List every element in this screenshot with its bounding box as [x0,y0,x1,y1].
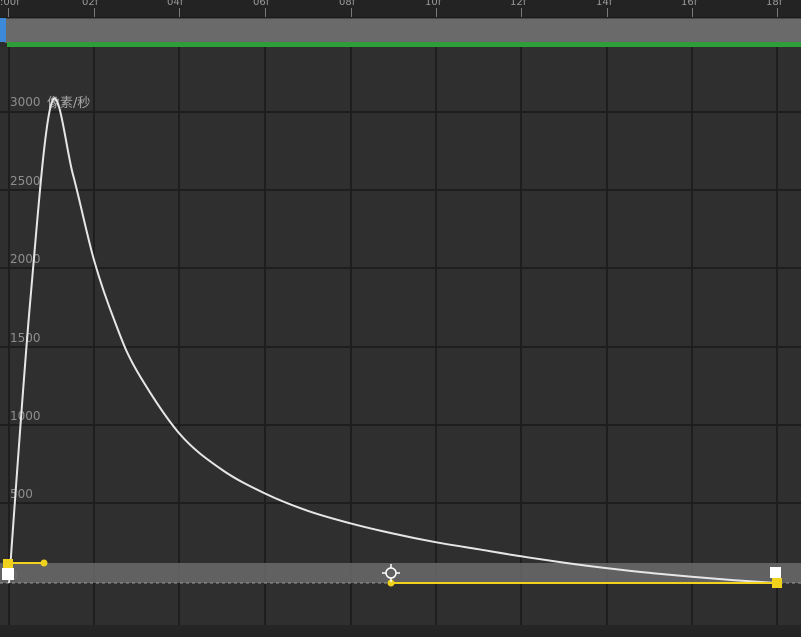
ruler-label: 16f [681,0,698,8]
y-tick-label: 2000 [10,252,41,266]
keyframe-start-handle[interactable] [3,559,13,569]
ruler-tick [777,8,778,17]
ruler-label: 18f [766,0,783,8]
ruler-label: 06f [253,0,270,8]
ruler-tick [8,8,9,17]
ruler-tick [265,8,266,17]
ruler-label: 10f [425,0,442,8]
keyframe-end-marker[interactable] [770,567,781,578]
ruler-label: 12f [510,0,527,8]
speed-graph[interactable]: 3000 2500 2000 1500 1000 500 0 像素/秒 [0,47,801,625]
influence-handle-out-point[interactable] [40,559,48,567]
ruler-label: 04f [167,0,184,8]
work-area-bar[interactable] [5,18,801,43]
time-ruler[interactable]: :00f 02f 04f 06f 08f 10f 12f 14f 16f 18f [0,0,801,18]
ruler-tick [521,8,522,17]
ruler-tick [692,8,693,17]
ruler-label: 08f [339,0,356,8]
ruler-tick [179,8,180,17]
keyframe-track [0,563,801,583]
playhead-handle[interactable] [0,18,6,42]
ruler-tick [351,8,352,17]
ruler-label: :00f [0,0,20,8]
keyframe-end-handle[interactable] [772,578,782,588]
y-tick-label: 2500 [10,174,41,188]
ruler-tick [94,8,95,17]
y-tick-label: 500 [10,487,33,501]
y-tick-label: 3000 [10,95,41,109]
ruler-label: 14f [596,0,613,8]
ruler-label: 02f [82,0,99,8]
ruler-tick [607,8,608,17]
ruler-tick [436,8,437,17]
speed-curve[interactable] [8,97,778,584]
graph-bottom-bar [0,625,801,637]
keyframe-start-marker[interactable] [2,568,14,580]
y-tick-label: 1500 [10,331,41,345]
y-tick-label: 1000 [10,409,41,423]
